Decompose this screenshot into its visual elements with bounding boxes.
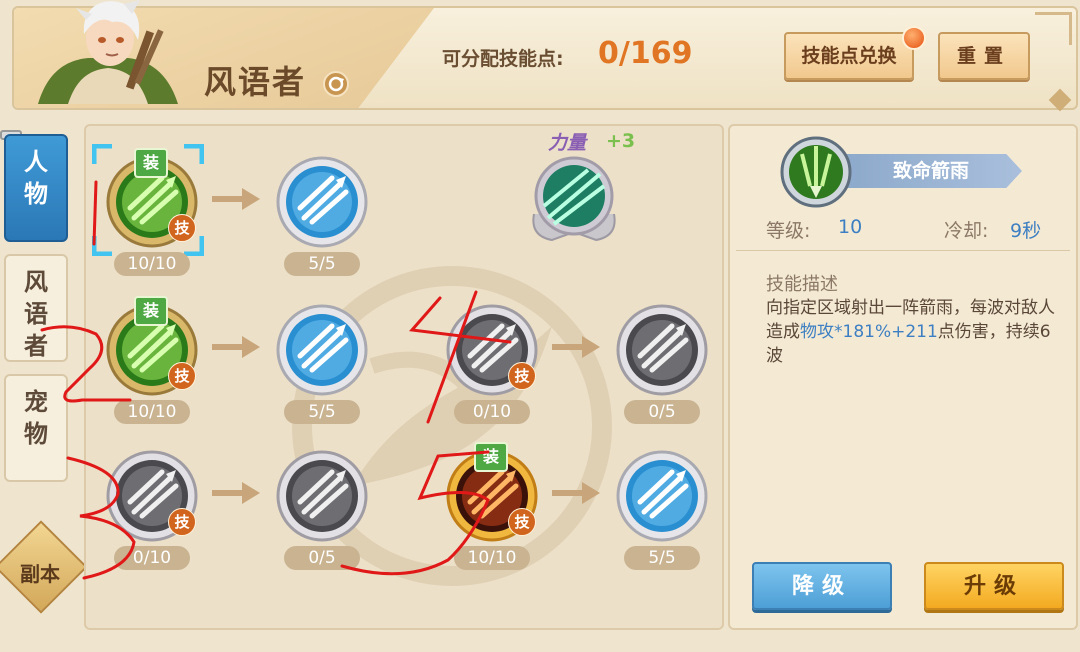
multi-arrow-icon: [276, 156, 368, 248]
skill-level-label: 0/5: [624, 400, 700, 424]
tab-dungeon[interactable]: 副本: [0, 520, 88, 620]
skill-level-label: 10/10: [454, 546, 530, 570]
power-label: 力量: [548, 132, 587, 154]
skill-level-label: 0/5: [284, 546, 360, 570]
skill-point-exchange-button[interactable]: 技能点兑换: [784, 32, 914, 80]
skill-node[interactable]: 5/5: [276, 156, 368, 276]
skill-node[interactable]: 5/5: [276, 304, 368, 424]
skill-node[interactable]: 技 0/10: [446, 304, 538, 424]
tab-dungeon-label: 副本: [20, 562, 60, 586]
tree-arrow-icon: [212, 482, 260, 504]
cooldown-label: 冷却:: [944, 220, 989, 242]
tree-arrow-icon: [552, 482, 600, 504]
switch-cycle-icon[interactable]: [322, 70, 350, 98]
tab-pet[interactable]: 宠物: [4, 374, 68, 482]
level-label: 等级:: [766, 220, 811, 242]
desc-formula: 物攻*181%+211: [800, 322, 938, 342]
active-skill-badge: 技: [168, 362, 196, 390]
tab-character[interactable]: 人物: [4, 134, 68, 242]
equipped-badge: 装: [474, 442, 508, 472]
broken-arrow-icon: [616, 304, 708, 396]
skill-level-label: 0/10: [114, 546, 190, 570]
downgrade-button[interactable]: 降级: [752, 562, 892, 610]
level-value: 10: [838, 216, 863, 238]
tree-arrow-icon: [212, 336, 260, 358]
active-skill-badge: 技: [168, 508, 196, 536]
tab-windspeaker[interactable]: 风语者: [4, 254, 68, 362]
equipped-badge: 装: [134, 296, 168, 326]
tree-arrow-icon: [552, 336, 600, 358]
upgrade-button[interactable]: 升级: [924, 562, 1064, 610]
skill-level-label: 5/5: [284, 400, 360, 424]
active-skill-badge: 技: [508, 508, 536, 536]
active-skill-badge: 技: [508, 362, 536, 390]
skill-description: 向指定区域射出一阵箭雨，每波对敌人造成物攻*181%+211点伤害，持续6波: [766, 296, 1058, 368]
piercing-arrow-icon: [276, 304, 368, 396]
skill-node[interactable]: 技 0/10: [106, 450, 198, 570]
skill-node[interactable]: 0/5: [616, 304, 708, 424]
arrow-rain-icon: [780, 136, 852, 208]
header-corner-ornament: [1035, 12, 1072, 45]
skill-level-label: 0/10: [454, 400, 530, 424]
skill-node[interactable]: 装技 10/10: [106, 148, 198, 276]
power-bonus-skill-node[interactable]: [528, 152, 620, 244]
light-arrow-icon: [532, 156, 616, 242]
skill-points-value: 0/169: [598, 36, 693, 71]
skill-node[interactable]: 0/5: [276, 450, 368, 570]
skill-level-label: 10/10: [114, 400, 190, 424]
detail-divider: [736, 250, 1070, 251]
skill-points-label: 可分配技能点:: [442, 48, 564, 70]
tab-pet-label: 宠物: [24, 388, 48, 448]
hero-avatar: [38, 0, 178, 104]
notification-dot: [902, 26, 926, 50]
reset-button[interactable]: 重置: [938, 32, 1030, 80]
header-corner-gem: [1048, 88, 1072, 112]
skill-node[interactable]: 5/5: [616, 450, 708, 570]
cooldown-value: 9秒: [1010, 220, 1042, 242]
class-title: 风语者: [204, 63, 307, 101]
tab-windspeaker-label: 风语者: [24, 268, 48, 360]
skill-tree-screen: 风语者 可分配技能点: 0/169 技能点兑换 重置 人物 风语者 宠物 副本 …: [0, 0, 1080, 652]
equipped-badge: 装: [134, 148, 168, 178]
trident-arrow-icon: [276, 450, 368, 542]
active-skill-badge: 技: [168, 214, 196, 242]
skill-level-label: 10/10: [114, 252, 190, 276]
skill-level-label: 5/5: [624, 546, 700, 570]
skill-node[interactable]: 装技 10/10: [446, 442, 538, 570]
skill-node[interactable]: 装技 10/10: [106, 296, 198, 424]
tab-character-label: 人物: [24, 148, 48, 208]
skill-description-heading: 技能描述: [766, 274, 838, 295]
skill-level-label: 5/5: [284, 252, 360, 276]
tree-arrow-icon: [212, 188, 260, 210]
skill-name-banner: 致命箭雨: [826, 154, 1022, 188]
swift-boot-icon: [616, 450, 708, 542]
power-bonus: +3: [606, 130, 636, 152]
